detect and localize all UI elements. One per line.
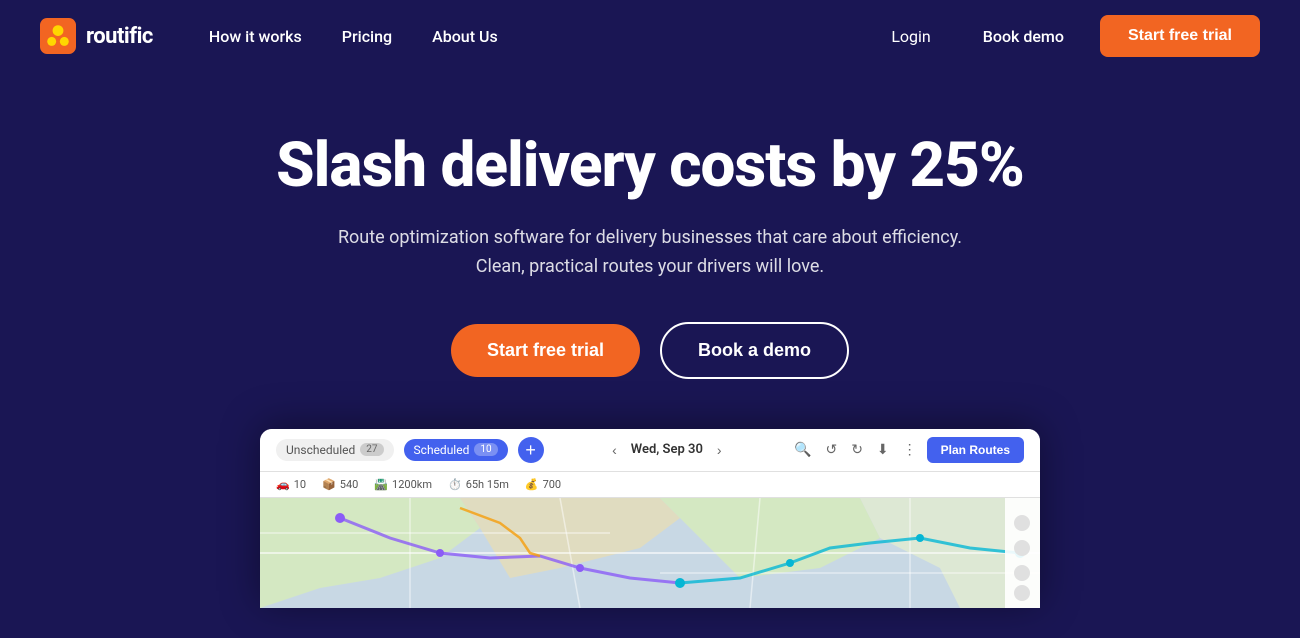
stat-stops: 📦 540 (322, 478, 358, 491)
login-link[interactable]: Login (875, 19, 946, 54)
stats-bar: 🚗 10 📦 540 🛣️ 1200km ⏱️ 65h 15m 💰 700 (260, 472, 1040, 498)
nav-pricing[interactable]: Pricing (326, 19, 408, 54)
add-button[interactable]: + (518, 437, 544, 463)
stat-distance: 🛣️ 1200km (374, 478, 432, 491)
hero-subtitle-line1: Route optimization software for delivery… (338, 227, 962, 248)
stat-vehicles-value: 10 (294, 478, 306, 491)
logo-link[interactable]: routific (40, 18, 153, 54)
undo-toolbar-button[interactable]: ↺ (821, 437, 841, 462)
logo-icon (40, 18, 76, 54)
hero-buttons: Start free trial Book a demo (451, 322, 849, 379)
current-date: Wed, Sep 30 (631, 442, 703, 457)
nav-how-it-works[interactable]: How it works (193, 19, 318, 54)
hero-subtitle-line2: Clean, practical routes your drivers wil… (476, 256, 824, 277)
book-demo-link[interactable]: Book demo (963, 19, 1084, 54)
search-toolbar-button[interactable]: 🔍 (790, 437, 815, 462)
hero-section: Slash delivery costs by 25% Route optimi… (0, 72, 1300, 638)
plan-routes-button[interactable]: Plan Routes (927, 437, 1024, 463)
book-demo-hero-button[interactable]: Book a demo (660, 322, 849, 379)
toolbar-right: 🔍 ↺ ↻ ⬇ ⋮ Plan Routes (790, 437, 1024, 463)
tab-scheduled[interactable]: Scheduled 10 (404, 439, 508, 461)
nav-right: Login Book demo Start free trial (875, 15, 1260, 57)
hero-subtitle: Route optimization software for delivery… (338, 224, 962, 282)
prev-date-button[interactable]: ‹ (606, 440, 623, 460)
app-toolbar: Unscheduled 27 Scheduled 10 + ‹ Wed, Sep… (260, 429, 1040, 472)
redo-toolbar-button[interactable]: ↻ (847, 437, 867, 462)
stat-stops-value: 540 (340, 478, 359, 491)
start-trial-hero-button[interactable]: Start free trial (451, 324, 640, 377)
nav-links: How it works Pricing About Us (193, 19, 875, 54)
map-area (260, 498, 1040, 608)
download-toolbar-button[interactable]: ⬇ (873, 437, 893, 462)
logo-text: routific (86, 24, 153, 49)
stat-vehicles: 🚗 10 (276, 478, 306, 491)
map-svg (260, 498, 1040, 608)
app-preview: Unscheduled 27 Scheduled 10 + ‹ Wed, Sep… (260, 429, 1040, 608)
hero-title: Slash delivery costs by 25% (276, 132, 1024, 200)
more-toolbar-button[interactable]: ⋮ (899, 437, 921, 462)
stat-time: ⏱️ 65h 15m (448, 478, 509, 491)
navbar: routific How it works Pricing About Us L… (0, 0, 1300, 72)
stat-time-value: 65h 15m (466, 478, 509, 491)
start-trial-nav-button[interactable]: Start free trial (1100, 15, 1260, 57)
date-navigator: ‹ Wed, Sep 30 › (606, 440, 728, 460)
next-date-button[interactable]: › (711, 440, 728, 460)
nav-about-us[interactable]: About Us (416, 19, 514, 54)
stat-distance-value: 1200km (392, 478, 432, 491)
stat-cost-value: 700 (543, 478, 562, 491)
stat-cost: 💰 700 (525, 478, 561, 491)
tab-unscheduled[interactable]: Unscheduled 27 (276, 439, 394, 461)
